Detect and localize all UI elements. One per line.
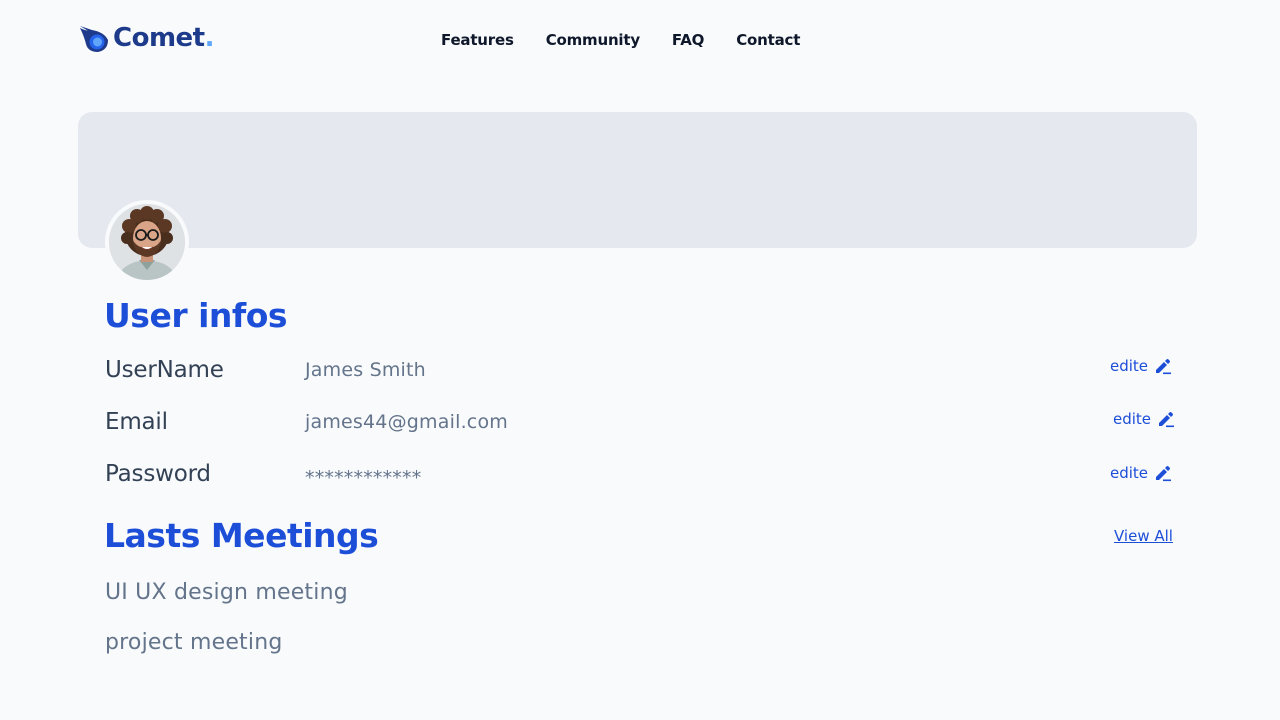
password-value: ************ xyxy=(305,467,422,489)
nav-faq[interactable]: FAQ xyxy=(672,29,704,51)
view-all-link[interactable]: View All xyxy=(1114,526,1173,546)
user-avatar-icon xyxy=(109,204,185,280)
edit-email-label: edite xyxy=(1113,410,1152,428)
main-nav: Features Community FAQ Contact xyxy=(441,29,832,51)
email-value: james44@gmail.com xyxy=(305,411,508,433)
avatar[interactable] xyxy=(105,200,189,284)
nav-features[interactable]: Features xyxy=(441,29,514,51)
pencil-icon xyxy=(1159,412,1175,428)
comet-logo[interactable]: Comet . xyxy=(78,22,215,54)
site-header: Comet . Features Community FAQ Contact xyxy=(0,0,1280,80)
meeting-item[interactable]: project meeting xyxy=(105,628,283,658)
profile-cover-banner xyxy=(78,112,1197,248)
user-infos-title: User infos xyxy=(104,296,288,335)
nav-contact[interactable]: Contact xyxy=(736,29,800,51)
brand-dot: . xyxy=(204,23,215,53)
nav-community[interactable]: Community xyxy=(546,29,640,51)
edit-username-button[interactable]: edite xyxy=(1110,356,1172,376)
username-label: UserName xyxy=(105,357,224,383)
edit-email-button[interactable]: edite xyxy=(1113,409,1175,429)
edit-password-label: edite xyxy=(1110,464,1149,482)
brand-name: Comet xyxy=(113,23,205,53)
comet-logo-icon xyxy=(80,26,108,52)
edit-username-label: edite xyxy=(1110,357,1149,375)
username-value: James Smith xyxy=(305,359,426,381)
pencil-icon xyxy=(1156,466,1172,482)
email-label: Email xyxy=(105,409,168,435)
password-label: Password xyxy=(105,461,211,487)
edit-password-button[interactable]: edite xyxy=(1110,463,1172,483)
pencil-icon xyxy=(1156,359,1172,375)
last-meetings-title: Lasts Meetings xyxy=(104,516,379,555)
avatar-photo xyxy=(109,204,185,280)
meeting-item[interactable]: UI UX design meeting xyxy=(105,578,348,608)
